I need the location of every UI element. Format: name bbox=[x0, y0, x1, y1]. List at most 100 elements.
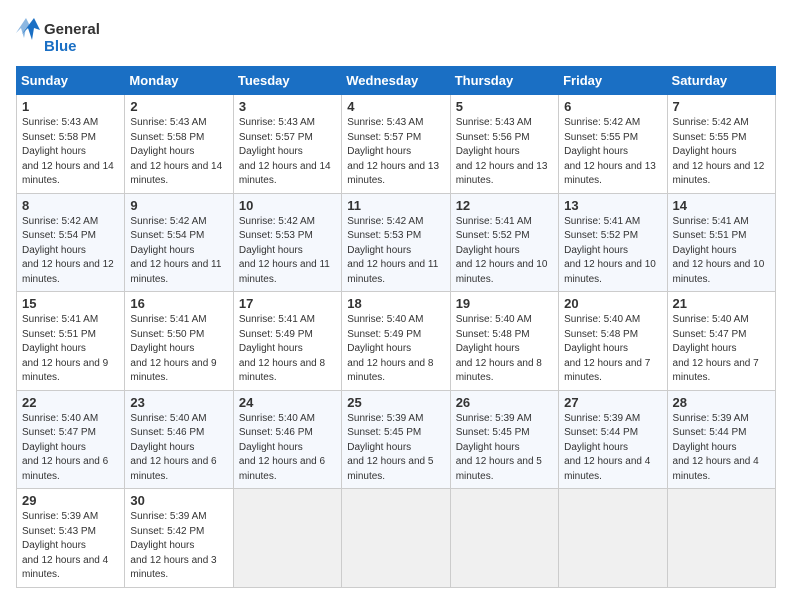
day-number: 19 bbox=[456, 296, 553, 311]
calendar-cell: 12 Sunrise: 5:41 AM Sunset: 5:52 PM Dayl… bbox=[450, 193, 558, 292]
day-number: 9 bbox=[130, 198, 227, 213]
calendar-cell: 30 Sunrise: 5:39 AM Sunset: 5:42 PM Dayl… bbox=[125, 489, 233, 588]
day-number: 18 bbox=[347, 296, 444, 311]
calendar-week-4: 22 Sunrise: 5:40 AM Sunset: 5:47 PM Dayl… bbox=[17, 390, 776, 489]
calendar-cell: 5 Sunrise: 5:43 AM Sunset: 5:56 PM Dayli… bbox=[450, 95, 558, 194]
day-detail: Sunrise: 5:40 AM Sunset: 5:48 PM Dayligh… bbox=[564, 313, 661, 386]
calendar-cell: 21 Sunrise: 5:40 AM Sunset: 5:47 PM Dayl… bbox=[667, 292, 775, 391]
header-thursday: Thursday bbox=[450, 67, 558, 95]
calendar-cell: 15 Sunrise: 5:41 AM Sunset: 5:51 PM Dayl… bbox=[17, 292, 125, 391]
day-number: 21 bbox=[673, 296, 770, 311]
calendar-header: SundayMondayTuesdayWednesdayThursdayFrid… bbox=[17, 67, 776, 95]
day-number: 25 bbox=[347, 395, 444, 410]
calendar-cell: 24 Sunrise: 5:40 AM Sunset: 5:46 PM Dayl… bbox=[233, 390, 341, 489]
day-detail: Sunrise: 5:43 AM Sunset: 5:57 PM Dayligh… bbox=[239, 116, 336, 189]
calendar-cell: 18 Sunrise: 5:40 AM Sunset: 5:49 PM Dayl… bbox=[342, 292, 450, 391]
day-number: 29 bbox=[22, 493, 119, 508]
day-detail: Sunrise: 5:40 AM Sunset: 5:48 PM Dayligh… bbox=[456, 313, 553, 386]
calendar-cell: 9 Sunrise: 5:42 AM Sunset: 5:54 PM Dayli… bbox=[125, 193, 233, 292]
day-number: 27 bbox=[564, 395, 661, 410]
day-number: 20 bbox=[564, 296, 661, 311]
day-detail: Sunrise: 5:42 AM Sunset: 5:54 PM Dayligh… bbox=[130, 215, 227, 288]
day-detail: Sunrise: 5:41 AM Sunset: 5:52 PM Dayligh… bbox=[456, 215, 553, 288]
calendar-cell: 6 Sunrise: 5:42 AM Sunset: 5:55 PM Dayli… bbox=[559, 95, 667, 194]
day-number: 5 bbox=[456, 99, 553, 114]
calendar-cell bbox=[233, 489, 341, 588]
calendar-cell: 26 Sunrise: 5:39 AM Sunset: 5:45 PM Dayl… bbox=[450, 390, 558, 489]
day-number: 4 bbox=[347, 99, 444, 114]
day-detail: Sunrise: 5:40 AM Sunset: 5:47 PM Dayligh… bbox=[22, 412, 119, 485]
day-detail: Sunrise: 5:39 AM Sunset: 5:42 PM Dayligh… bbox=[130, 510, 227, 583]
header-row: SundayMondayTuesdayWednesdayThursdayFrid… bbox=[17, 67, 776, 95]
day-number: 24 bbox=[239, 395, 336, 410]
day-detail: Sunrise: 5:39 AM Sunset: 5:45 PM Dayligh… bbox=[456, 412, 553, 485]
day-detail: Sunrise: 5:40 AM Sunset: 5:46 PM Dayligh… bbox=[239, 412, 336, 485]
day-number: 10 bbox=[239, 198, 336, 213]
day-detail: Sunrise: 5:43 AM Sunset: 5:58 PM Dayligh… bbox=[130, 116, 227, 189]
calendar-cell: 13 Sunrise: 5:41 AM Sunset: 5:52 PM Dayl… bbox=[559, 193, 667, 292]
calendar-cell bbox=[667, 489, 775, 588]
page-header: General Blue bbox=[16, 16, 776, 58]
calendar-cell bbox=[342, 489, 450, 588]
day-detail: Sunrise: 5:41 AM Sunset: 5:51 PM Dayligh… bbox=[22, 313, 119, 386]
day-number: 7 bbox=[673, 99, 770, 114]
calendar-table: SundayMondayTuesdayWednesdayThursdayFrid… bbox=[16, 66, 776, 588]
day-detail: Sunrise: 5:42 AM Sunset: 5:53 PM Dayligh… bbox=[239, 215, 336, 288]
logo-svg: General Blue bbox=[16, 16, 106, 58]
header-sunday: Sunday bbox=[17, 67, 125, 95]
day-number: 6 bbox=[564, 99, 661, 114]
day-detail: Sunrise: 5:39 AM Sunset: 5:43 PM Dayligh… bbox=[22, 510, 119, 583]
day-number: 11 bbox=[347, 198, 444, 213]
calendar-cell: 2 Sunrise: 5:43 AM Sunset: 5:58 PM Dayli… bbox=[125, 95, 233, 194]
day-number: 2 bbox=[130, 99, 227, 114]
calendar-cell bbox=[559, 489, 667, 588]
calendar-cell: 19 Sunrise: 5:40 AM Sunset: 5:48 PM Dayl… bbox=[450, 292, 558, 391]
day-number: 30 bbox=[130, 493, 227, 508]
calendar-cell: 25 Sunrise: 5:39 AM Sunset: 5:45 PM Dayl… bbox=[342, 390, 450, 489]
day-detail: Sunrise: 5:42 AM Sunset: 5:55 PM Dayligh… bbox=[564, 116, 661, 189]
header-wednesday: Wednesday bbox=[342, 67, 450, 95]
calendar-cell: 7 Sunrise: 5:42 AM Sunset: 5:55 PM Dayli… bbox=[667, 95, 775, 194]
day-detail: Sunrise: 5:39 AM Sunset: 5:44 PM Dayligh… bbox=[673, 412, 770, 485]
day-number: 28 bbox=[673, 395, 770, 410]
day-number: 13 bbox=[564, 198, 661, 213]
calendar-cell: 10 Sunrise: 5:42 AM Sunset: 5:53 PM Dayl… bbox=[233, 193, 341, 292]
day-number: 12 bbox=[456, 198, 553, 213]
day-number: 16 bbox=[130, 296, 227, 311]
calendar-cell: 1 Sunrise: 5:43 AM Sunset: 5:58 PM Dayli… bbox=[17, 95, 125, 194]
calendar-cell: 22 Sunrise: 5:40 AM Sunset: 5:47 PM Dayl… bbox=[17, 390, 125, 489]
day-number: 15 bbox=[22, 296, 119, 311]
day-number: 17 bbox=[239, 296, 336, 311]
day-detail: Sunrise: 5:39 AM Sunset: 5:45 PM Dayligh… bbox=[347, 412, 444, 485]
day-detail: Sunrise: 5:41 AM Sunset: 5:49 PM Dayligh… bbox=[239, 313, 336, 386]
calendar-cell bbox=[450, 489, 558, 588]
day-number: 26 bbox=[456, 395, 553, 410]
calendar-week-2: 8 Sunrise: 5:42 AM Sunset: 5:54 PM Dayli… bbox=[17, 193, 776, 292]
svg-text:General: General bbox=[44, 21, 100, 38]
day-detail: Sunrise: 5:41 AM Sunset: 5:51 PM Dayligh… bbox=[673, 215, 770, 288]
calendar-cell: 28 Sunrise: 5:39 AM Sunset: 5:44 PM Dayl… bbox=[667, 390, 775, 489]
calendar-cell: 11 Sunrise: 5:42 AM Sunset: 5:53 PM Dayl… bbox=[342, 193, 450, 292]
day-detail: Sunrise: 5:41 AM Sunset: 5:50 PM Dayligh… bbox=[130, 313, 227, 386]
header-monday: Monday bbox=[125, 67, 233, 95]
day-detail: Sunrise: 5:40 AM Sunset: 5:49 PM Dayligh… bbox=[347, 313, 444, 386]
header-friday: Friday bbox=[559, 67, 667, 95]
day-number: 23 bbox=[130, 395, 227, 410]
calendar-cell: 20 Sunrise: 5:40 AM Sunset: 5:48 PM Dayl… bbox=[559, 292, 667, 391]
header-tuesday: Tuesday bbox=[233, 67, 341, 95]
calendar-cell: 3 Sunrise: 5:43 AM Sunset: 5:57 PM Dayli… bbox=[233, 95, 341, 194]
day-detail: Sunrise: 5:42 AM Sunset: 5:55 PM Dayligh… bbox=[673, 116, 770, 189]
day-detail: Sunrise: 5:41 AM Sunset: 5:52 PM Dayligh… bbox=[564, 215, 661, 288]
day-number: 22 bbox=[22, 395, 119, 410]
calendar-week-1: 1 Sunrise: 5:43 AM Sunset: 5:58 PM Dayli… bbox=[17, 95, 776, 194]
calendar-body: 1 Sunrise: 5:43 AM Sunset: 5:58 PM Dayli… bbox=[17, 95, 776, 588]
calendar-cell: 14 Sunrise: 5:41 AM Sunset: 5:51 PM Dayl… bbox=[667, 193, 775, 292]
calendar-week-3: 15 Sunrise: 5:41 AM Sunset: 5:51 PM Dayl… bbox=[17, 292, 776, 391]
day-number: 14 bbox=[673, 198, 770, 213]
day-number: 3 bbox=[239, 99, 336, 114]
calendar-week-5: 29 Sunrise: 5:39 AM Sunset: 5:43 PM Dayl… bbox=[17, 489, 776, 588]
calendar-cell: 29 Sunrise: 5:39 AM Sunset: 5:43 PM Dayl… bbox=[17, 489, 125, 588]
day-detail: Sunrise: 5:42 AM Sunset: 5:54 PM Dayligh… bbox=[22, 215, 119, 288]
calendar-cell: 8 Sunrise: 5:42 AM Sunset: 5:54 PM Dayli… bbox=[17, 193, 125, 292]
day-detail: Sunrise: 5:40 AM Sunset: 5:47 PM Dayligh… bbox=[673, 313, 770, 386]
